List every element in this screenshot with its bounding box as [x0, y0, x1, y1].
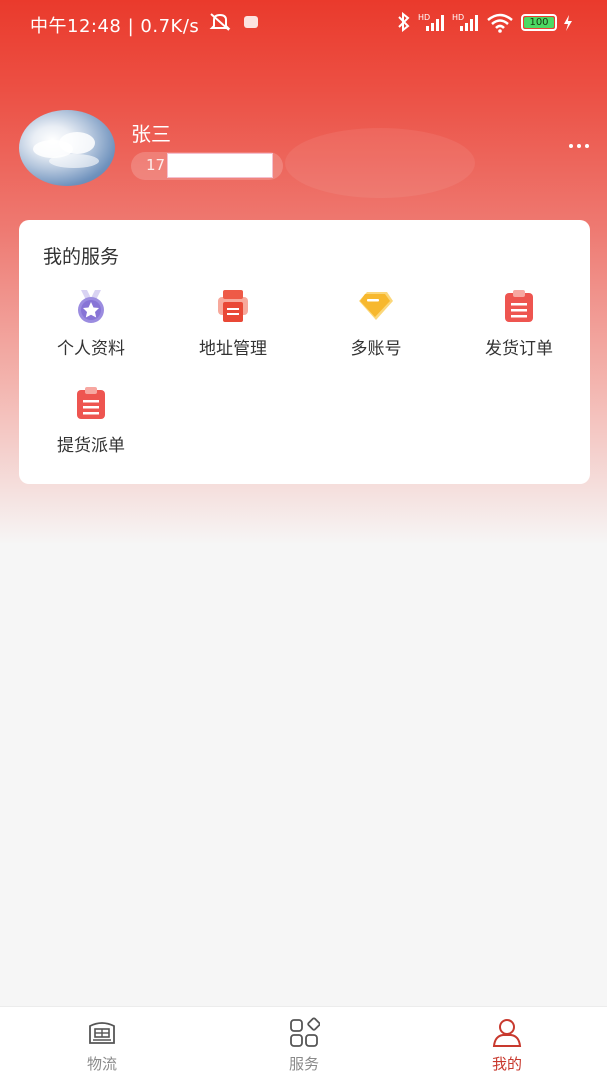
clipboard-icon — [77, 387, 105, 419]
service-label: 发货订单 — [485, 339, 553, 359]
status-clock: 中午12:48 — [30, 16, 122, 37]
avatar-cloud — [49, 154, 99, 168]
user-name: 张三 — [131, 122, 171, 146]
mute-icon — [209, 13, 231, 31]
clipboard-icon — [505, 290, 533, 322]
tab-label: 服务 — [288, 1055, 319, 1073]
grid-icon — [290, 1017, 320, 1047]
service-multi-account[interactable]: 多账号 — [316, 288, 436, 368]
status-time: 中午12:48 | 0.7K/s — [30, 12, 199, 38]
badge-star-icon — [78, 290, 104, 323]
svg-text:HD: HD — [452, 13, 464, 22]
printer-icon — [218, 290, 248, 322]
service-shipping-orders[interactable]: 发货订单 — [459, 288, 579, 368]
phone-number: 17 — [131, 152, 283, 180]
services-title: 我的服务 — [43, 246, 120, 268]
status-bar: 中午12:48 | 0.7K/s HD HD 100 — [0, 0, 607, 44]
bluetooth-icon — [398, 12, 410, 32]
truck-icon — [89, 1022, 115, 1044]
more-icon[interactable] — [568, 138, 592, 154]
avatar[interactable] — [19, 110, 115, 186]
service-label: 多账号 — [350, 339, 402, 359]
battery-level: 100 — [524, 17, 554, 28]
diamond-icon — [359, 292, 393, 320]
header-decoration — [285, 128, 475, 198]
charging-icon — [564, 15, 572, 31]
phone-redaction — [167, 153, 273, 178]
svg-text:HD: HD — [418, 13, 430, 22]
service-address[interactable]: 地址管理 — [173, 288, 293, 368]
service-label: 提货派单 — [57, 436, 125, 456]
tab-logistics[interactable]: 物流 — [42, 1007, 162, 1080]
service-pickup-dispatch[interactable]: 提货派单 — [31, 385, 151, 465]
signal-icon: HD — [418, 13, 444, 31]
battery-icon: 100 — [521, 14, 557, 31]
service-label: 个人资料 — [57, 339, 125, 359]
bottom-tab-bar: 物流 服务 我的 — [0, 1006, 607, 1080]
avatar-cloud — [59, 132, 95, 154]
tab-label: 我的 — [491, 1055, 522, 1073]
service-label: 地址管理 — [199, 339, 267, 359]
tab-label: 物流 — [86, 1055, 117, 1073]
network-speed: 0.7K/s — [140, 16, 200, 37]
tab-services[interactable]: 服务 — [244, 1007, 364, 1080]
status-separator: | — [127, 16, 141, 37]
phone-prefix: 17 — [146, 156, 166, 174]
services-card: 我的服务 个人资料 地址管理 多账号 发货订单 提货派单 — [19, 220, 590, 484]
signal-icon: HD — [452, 13, 478, 31]
wifi-icon — [487, 13, 513, 33]
service-profile[interactable]: 个人资料 — [31, 288, 151, 368]
user-icon — [492, 1019, 522, 1047]
tab-mine[interactable]: 我的 — [447, 1007, 567, 1080]
app-notification-icon — [244, 16, 258, 28]
